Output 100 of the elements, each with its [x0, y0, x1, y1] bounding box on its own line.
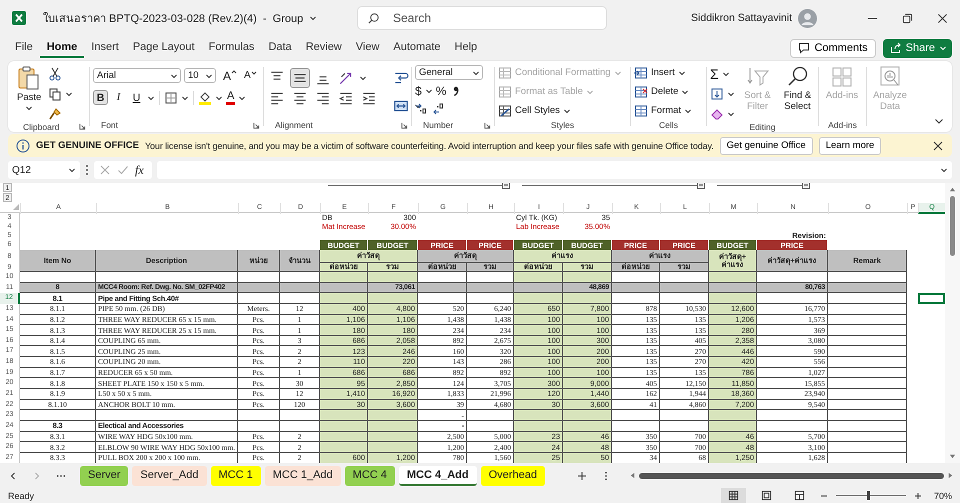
caret-icon[interactable]: [147, 94, 155, 102]
chevron-down-icon[interactable]: [934, 116, 944, 126]
menu-tab[interactable]: Page Layout: [126, 38, 202, 58]
format-button[interactable]: Format: [634, 103, 692, 118]
normal-view-icon[interactable]: [721, 488, 746, 503]
align-middle-icon[interactable]: [290, 68, 310, 88]
zoom-level[interactable]: 70%: [930, 490, 952, 500]
sheet-tab[interactable]: Server: [80, 466, 128, 486]
find-select-button[interactable]: Find & Select: [780, 65, 815, 112]
table-cell: [757, 410, 828, 421]
collapse-icon[interactable]: [502, 183, 510, 189]
caret-icon[interactable]: [359, 74, 367, 82]
group-label: Clipboard: [23, 122, 60, 132]
caret-icon[interactable]: [727, 110, 735, 118]
table-cell: [563, 410, 612, 421]
sheet-tab[interactable]: MCC 1: [210, 466, 261, 486]
sheet-tab[interactable]: MCC 1_Add: [264, 466, 341, 486]
scroll-up-icon[interactable]: [949, 186, 956, 193]
more-icon[interactable]: [85, 164, 89, 176]
scissors-icon[interactable]: [48, 67, 62, 81]
sheet-tab[interactable]: MCC 4: [344, 466, 395, 486]
caret-icon: [562, 106, 571, 114]
menu-tab[interactable]: Automate: [386, 38, 448, 58]
table-cell: [563, 420, 612, 432]
comments-button[interactable]: Comments: [790, 38, 876, 58]
font-size-field[interactable]: 10: [184, 68, 216, 83]
fill-down-icon[interactable]: [710, 87, 724, 101]
underline-button[interactable]: U: [129, 90, 144, 105]
eraser-icon[interactable]: [710, 107, 724, 121]
restore-icon[interactable]: [902, 12, 913, 24]
collapse-icon[interactable]: [802, 183, 810, 189]
menu-tab[interactable]: Data: [261, 38, 299, 58]
menu-tab[interactable]: Insert: [84, 38, 126, 58]
fill-color-icon[interactable]: [198, 90, 212, 104]
caret-icon[interactable]: [727, 90, 735, 98]
increase-decimal-icon[interactable]: [415, 102, 429, 116]
brush-icon[interactable]: [48, 107, 62, 121]
dialog-launcher-icon[interactable]: [484, 122, 491, 128]
close-icon[interactable]: [932, 140, 944, 152]
banner-button[interactable]: Get genuine Office: [720, 136, 813, 154]
group-label: Add-ins: [828, 120, 857, 130]
table-cell: [612, 420, 660, 432]
menu-tab[interactable]: Home: [40, 38, 84, 58]
font-name-field[interactable]: Arial: [93, 68, 181, 83]
vertical-scrollbar[interactable]: [945, 183, 960, 463]
formula-input[interactable]: [157, 161, 952, 179]
sheet-tab[interactable]: MCC 4_Add: [398, 466, 477, 486]
scroll-left-icon[interactable]: [628, 472, 636, 479]
borders-icon[interactable]: [164, 90, 178, 104]
autosum-button[interactable]: Σ: [710, 67, 719, 81]
checkmark-icon[interactable]: [117, 164, 129, 176]
banner-button[interactable]: Learn more: [818, 136, 882, 154]
scroll-right-icon[interactable]: [947, 472, 954, 479]
bold-button[interactable]: B: [93, 90, 108, 105]
table-cell: [320, 432, 368, 442]
paste-button[interactable]: Paste: [15, 65, 44, 112]
caret-icon[interactable]: [215, 94, 223, 102]
sheet-tab[interactable]: Server_Add: [132, 466, 206, 486]
insert-button[interactable]: Insert: [634, 65, 686, 80]
name-box[interactable]: Q12: [8, 161, 80, 179]
group-label: Editing: [750, 122, 776, 132]
close-icon[interactable]: [937, 12, 948, 24]
search-field[interactable]: Search: [357, 6, 607, 30]
previous-sheet-icon[interactable]: [8, 470, 18, 480]
dialog-launcher-icon[interactable]: [253, 122, 260, 128]
italic-button[interactable]: I: [111, 90, 126, 105]
zoom-slider-thumb[interactable]: [866, 491, 870, 500]
group-label: Cells: [659, 120, 678, 130]
styles-button[interactable]: Cell Styles: [498, 103, 571, 118]
font-color-button[interactable]: A: [226, 90, 236, 104]
status-text: Ready: [8, 490, 34, 500]
share-button[interactable]: Share: [882, 38, 952, 58]
number-format-field[interactable]: General: [415, 65, 483, 80]
dialog-launcher-icon[interactable]: [79, 123, 86, 130]
menu-tab[interactable]: File: [8, 38, 40, 58]
menu-tab[interactable]: Formulas: [202, 38, 262, 58]
collapse-icon[interactable]: [697, 183, 705, 189]
caret-icon: [684, 106, 692, 114]
decrease-font-size-button[interactable]: A: [244, 70, 257, 81]
menu-tab[interactable]: Review: [298, 38, 349, 58]
sheet-tab[interactable]: Overhead: [480, 466, 545, 486]
copy-icon[interactable]: [48, 87, 62, 101]
caret-icon[interactable]: [309, 14, 318, 22]
percent-button[interactable]: %: [436, 84, 446, 98]
caret-icon[interactable]: [65, 90, 74, 98]
caret-icon[interactable]: [238, 94, 246, 102]
menu-tab[interactable]: View: [348, 38, 386, 58]
menu-tab[interactable]: Help: [448, 38, 484, 58]
insert-function-button[interactable]: fx: [135, 162, 144, 178]
group-label: Alignment: [275, 120, 313, 130]
scroll-down-icon[interactable]: [949, 453, 956, 460]
decrease-decimal-icon[interactable]: [432, 102, 446, 116]
currency-button[interactable]: $: [415, 84, 422, 98]
dialog-launcher-icon[interactable]: [401, 122, 408, 128]
caret-icon[interactable]: [722, 70, 730, 78]
caret-icon[interactable]: [181, 94, 189, 102]
delete-button[interactable]: Delete: [634, 84, 690, 99]
add-sheet-icon[interactable]: [576, 470, 587, 480]
zoom-in-icon[interactable]: [914, 492, 922, 500]
increase-font-size-button[interactable]: A: [223, 68, 238, 82]
